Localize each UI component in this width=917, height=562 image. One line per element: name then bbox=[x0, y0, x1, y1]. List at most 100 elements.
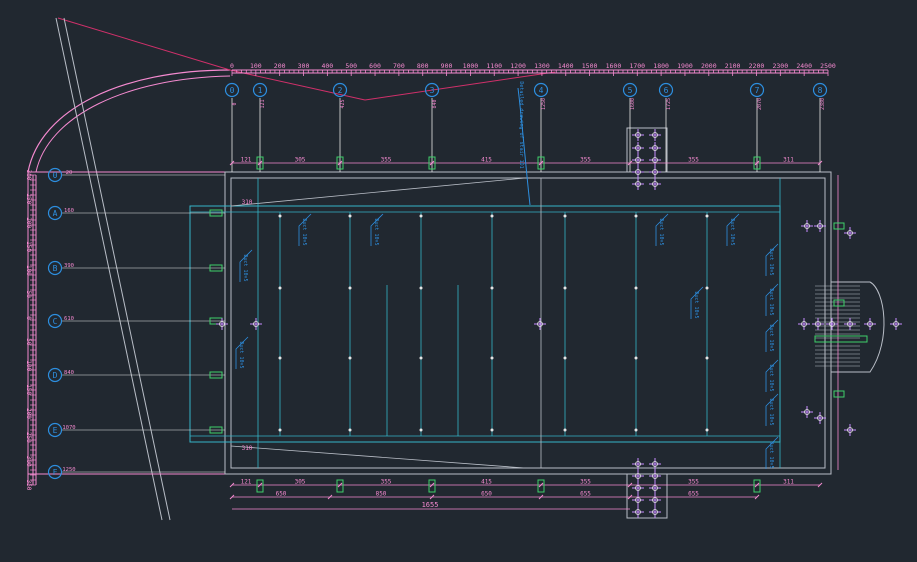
bottom-dim-label: 121 bbox=[241, 479, 252, 486]
pipe-node bbox=[634, 356, 638, 360]
top-ruler-label: 100 bbox=[250, 62, 262, 70]
duct-note: Duct 10×5 bbox=[768, 248, 774, 275]
pipe-node bbox=[490, 356, 494, 360]
grid-sublabel: 20 bbox=[66, 170, 73, 176]
top-ruler-label: 2400 bbox=[796, 62, 812, 70]
top-ruler-label: 800 bbox=[417, 62, 429, 70]
left-ruler-label: 350 bbox=[25, 480, 32, 491]
left-ruler-label: 250 bbox=[25, 432, 32, 443]
duct-note: Duct 10×5 bbox=[242, 254, 248, 281]
duct-note: Duct 10×5 bbox=[301, 218, 307, 245]
road-edge bbox=[55, 17, 163, 521]
driveway-curve-inner bbox=[35, 75, 231, 173]
grid-label: A bbox=[53, 209, 58, 218]
top-ruler-label: 1100 bbox=[486, 62, 502, 70]
grid-sublabel: 2070 bbox=[757, 98, 763, 110]
bottom-dim2-label: 655 bbox=[688, 491, 699, 498]
top-ruler-label: 1000 bbox=[463, 62, 479, 70]
grid-sublabel: 1250 bbox=[62, 467, 75, 473]
top-ruler-label: 1800 bbox=[653, 62, 669, 70]
top-ruler: 0 100 200 300 400 500 600 700 800 900 1000 1100 1200… bbox=[230, 62, 836, 76]
grid-label: B bbox=[53, 264, 58, 273]
top-ruler-label: 1700 bbox=[629, 62, 645, 70]
left-ruler: 300 250 200 150 100 50 0 50 100 150 200 250 300 350 bbox=[25, 170, 37, 491]
top-ruler-label: 900 bbox=[441, 62, 453, 70]
grid-label: 0 bbox=[53, 171, 58, 180]
grid-label: 6 bbox=[664, 86, 669, 95]
top-ruler-label: 200 bbox=[274, 62, 286, 70]
grid-sublabel: 1600 bbox=[630, 98, 636, 110]
left-ruler-label: 50 bbox=[25, 338, 32, 346]
duct-note: Duct 10×5 bbox=[373, 218, 379, 245]
top-ruler-label: 0 bbox=[230, 62, 234, 70]
top-ruler-label: 1300 bbox=[534, 62, 550, 70]
column-marker bbox=[833, 390, 845, 398]
top-ruler-label: 2100 bbox=[725, 62, 741, 70]
entrance-porch bbox=[831, 281, 885, 373]
slab-outline bbox=[189, 205, 781, 443]
building-outer-wall bbox=[224, 171, 832, 475]
column-marker bbox=[428, 479, 436, 493]
grid-axes: 0 0 1 121 2 425 3 840 4 1250 5 1600 6 1725 7 2070 8 2380 0… bbox=[47, 82, 828, 480]
duct-note: Duct 10×5 bbox=[768, 441, 774, 468]
grid-sublabel: 1250 bbox=[541, 98, 547, 110]
left-ruler-label: 50 bbox=[25, 291, 32, 299]
pipe-node bbox=[348, 428, 352, 432]
top-dim-label: 355 bbox=[580, 157, 591, 164]
left-ruler-label: 300 bbox=[25, 456, 32, 467]
top-dim-label: 121 bbox=[241, 157, 252, 164]
top-dim-label: 415 bbox=[481, 157, 492, 164]
top-ruler-label: 2300 bbox=[772, 62, 788, 70]
grid-sublabel: 610 bbox=[64, 316, 74, 322]
left-ruler-label: 150 bbox=[25, 384, 32, 395]
pipe-node bbox=[419, 286, 423, 290]
grid-sublabel: 1070 bbox=[62, 425, 75, 431]
duct-note: Duct 10×5 bbox=[658, 218, 664, 245]
duct-note: Duct 10×5 bbox=[768, 324, 774, 351]
pipe-node bbox=[490, 286, 494, 290]
pipe-node bbox=[278, 214, 282, 218]
pipe-node bbox=[705, 428, 709, 432]
bottom-dim2-label: 655 bbox=[580, 491, 591, 498]
property-line bbox=[364, 71, 556, 101]
pipe-node bbox=[419, 428, 423, 432]
top-ruler-label: 1500 bbox=[582, 62, 598, 70]
entrance-step bbox=[814, 335, 868, 343]
grid-label: C bbox=[53, 317, 58, 326]
left-ruler-label: 100 bbox=[25, 360, 32, 371]
top-ruler-label: 1400 bbox=[558, 62, 574, 70]
left-ruler-label: 150 bbox=[25, 241, 32, 252]
driveway-curve-outer bbox=[27, 69, 231, 173]
pipe-node bbox=[348, 286, 352, 290]
grid-label: F bbox=[53, 468, 58, 477]
pipe-node bbox=[563, 214, 567, 218]
duct-note: Duct 10×5 bbox=[693, 291, 699, 318]
pipe-node bbox=[634, 428, 638, 432]
pipe-node bbox=[634, 214, 638, 218]
top-dim-label: 355 bbox=[688, 157, 699, 164]
bottom-dim2-label: 850 bbox=[376, 491, 387, 498]
pipe-node bbox=[419, 214, 423, 218]
top-ruler-label: 2500 bbox=[820, 62, 836, 70]
grid-label: 5 bbox=[628, 86, 633, 95]
pipe-node bbox=[490, 214, 494, 218]
pipe-node bbox=[563, 286, 567, 290]
pipe-node bbox=[348, 214, 352, 218]
left-dim-label: 310 bbox=[242, 199, 253, 206]
bottom-dim2-label: 650 bbox=[481, 491, 492, 498]
cad-drawing-canvas[interactable]: 0 100 200 300 400 500 600 700 800 900 1000 1100 1200… bbox=[0, 0, 917, 562]
pipe-node bbox=[563, 428, 567, 432]
top-dim-label: 355 bbox=[381, 157, 392, 164]
top-ruler-label: 1900 bbox=[677, 62, 693, 70]
pipe-node bbox=[563, 356, 567, 360]
top-ruler-label: 500 bbox=[345, 62, 357, 70]
left-ruler-label: 100 bbox=[25, 265, 32, 276]
top-ruler-label: 300 bbox=[298, 62, 310, 70]
bottom-dim-label: 355 bbox=[381, 479, 392, 486]
grid-label: 0 bbox=[230, 86, 235, 95]
top-ruler-label: 700 bbox=[393, 62, 405, 70]
pipe-node bbox=[705, 286, 709, 290]
grid-label: E bbox=[53, 426, 58, 435]
top-ruler-label: 1200 bbox=[510, 62, 526, 70]
bottom-dim-label: 355 bbox=[688, 479, 699, 486]
